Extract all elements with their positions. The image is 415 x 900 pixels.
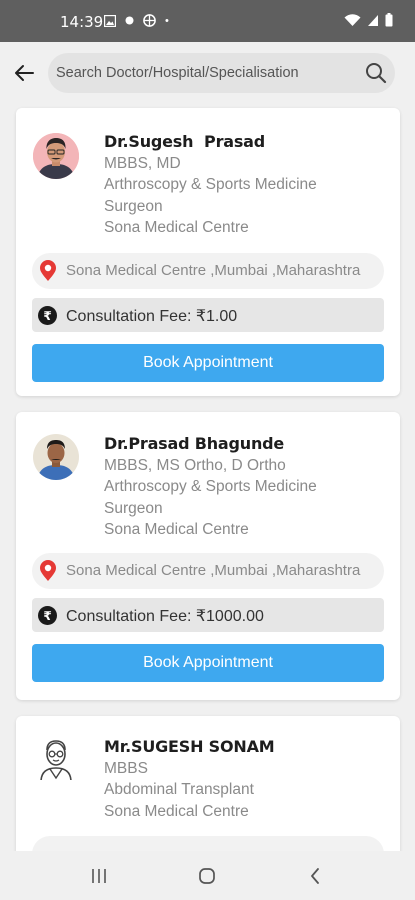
back-arrow-icon bbox=[15, 65, 34, 81]
gallery-icon bbox=[104, 14, 116, 27]
search-icon bbox=[366, 63, 387, 84]
record-icon bbox=[125, 16, 134, 25]
doctor-card[interactable]: Mr.SUGESH SONAM MBBS Abdominal Transplan… bbox=[16, 716, 400, 851]
doctor-specialty: Abdominal Transplant bbox=[104, 781, 254, 798]
location-pin-icon bbox=[40, 260, 56, 281]
doctor-specialty: Arthroscopy & Sports Medicine bbox=[104, 176, 317, 193]
doctor-avatar-icon bbox=[40, 740, 72, 780]
location-pill[interactable]: Sona Medical Centre ,Mumbai ,Maharashtra bbox=[32, 553, 384, 589]
rupee-icon: ₹ bbox=[38, 606, 57, 625]
doctor-name: Dr.Prasad Bhagunde bbox=[104, 434, 285, 453]
search-box bbox=[48, 53, 395, 93]
home-icon bbox=[199, 868, 215, 884]
doctor-card[interactable]: Dr.Prasad Bhagunde MBBS, MS Ortho, D Ort… bbox=[16, 412, 400, 700]
recent-apps-button[interactable] bbox=[84, 865, 114, 887]
doctor-hospital: Sona Medical Centre bbox=[104, 802, 249, 820]
doctor-specialty-continued: Surgeon bbox=[104, 499, 163, 517]
doctor-qualification: MBBS bbox=[104, 759, 148, 777]
book-appointment-button[interactable]: Book Appointment bbox=[32, 644, 384, 682]
doctor-avatar bbox=[33, 434, 79, 480]
doctor-specialty-continued: Surgeon bbox=[104, 197, 163, 215]
book-appointment-button[interactable]: Book Appointment bbox=[32, 344, 384, 382]
location-text: Sona Medical Centre ,Mumbai ,Maharashtra bbox=[66, 562, 361, 579]
fee-text: Consultation Fee: ₹1.00 bbox=[66, 308, 238, 325]
location-pill[interactable] bbox=[32, 836, 384, 851]
doctor-info: Dr.Sugesh Prasad MBBS, MD Arthroscopy & … bbox=[104, 131, 317, 239]
notification-icons: • bbox=[104, 14, 169, 27]
search-header bbox=[0, 42, 415, 104]
navigation-bar bbox=[0, 851, 415, 900]
more-notifications-dot: • bbox=[165, 14, 169, 27]
back-nav-icon bbox=[311, 868, 319, 884]
doctor-avatar bbox=[33, 133, 79, 179]
recent-apps-icon bbox=[92, 869, 106, 883]
doctor-hospital: Sona Medical Centre bbox=[104, 521, 249, 538]
doctor-qualification: MBBS, MD bbox=[104, 154, 181, 172]
system-icons bbox=[344, 13, 393, 27]
doctor-list: Dr.Sugesh Prasad MBBS, MD Arthroscopy & … bbox=[0, 104, 415, 851]
location-pill[interactable]: Sona Medical Centre ,Mumbai ,Maharashtra bbox=[32, 253, 384, 289]
location-text: Sona Medical Centre ,Mumbai ,Maharashtra bbox=[66, 262, 361, 279]
doctor-info: Dr.Prasad Bhagunde MBBS, MS Ortho, D Ort… bbox=[104, 433, 317, 541]
status-bar: 14:39 • bbox=[0, 0, 415, 42]
doctor-avatar bbox=[33, 734, 79, 780]
consultation-fee: ₹ Consultation Fee: ₹1.00 bbox=[32, 298, 384, 332]
rupee-icon: ₹ bbox=[38, 306, 57, 325]
consultation-fee: ₹ Consultation Fee: ₹1000.00 bbox=[32, 598, 384, 632]
doctor-info: Mr.SUGESH SONAM MBBS Abdominal Transplan… bbox=[104, 736, 275, 822]
doctor-hospital: Sona Medical Centre bbox=[104, 219, 249, 236]
search-button[interactable] bbox=[365, 62, 387, 84]
wifi-icon bbox=[344, 13, 361, 26]
signal-icon bbox=[368, 14, 378, 26]
fee-text: Consultation Fee: ₹1000.00 bbox=[66, 608, 264, 625]
search-input[interactable] bbox=[56, 53, 356, 93]
home-button[interactable] bbox=[192, 865, 222, 887]
location-pin-icon bbox=[40, 560, 56, 581]
doctor-qualification: MBBS, MS Ortho, D Ortho bbox=[104, 456, 286, 474]
battery-icon bbox=[385, 13, 393, 27]
doctor-specialty: Arthroscopy & Sports Medicine bbox=[104, 478, 317, 495]
back-button[interactable] bbox=[10, 59, 38, 87]
status-time: 14:39 bbox=[60, 13, 104, 31]
back-nav-button[interactable] bbox=[300, 865, 330, 887]
doctor-name: Dr.Sugesh Prasad bbox=[104, 132, 266, 151]
doctor-card[interactable]: Dr.Sugesh Prasad MBBS, MD Arthroscopy & … bbox=[16, 108, 400, 396]
doctor-name: Mr.SUGESH SONAM bbox=[104, 737, 275, 756]
basketball-icon bbox=[143, 14, 156, 27]
